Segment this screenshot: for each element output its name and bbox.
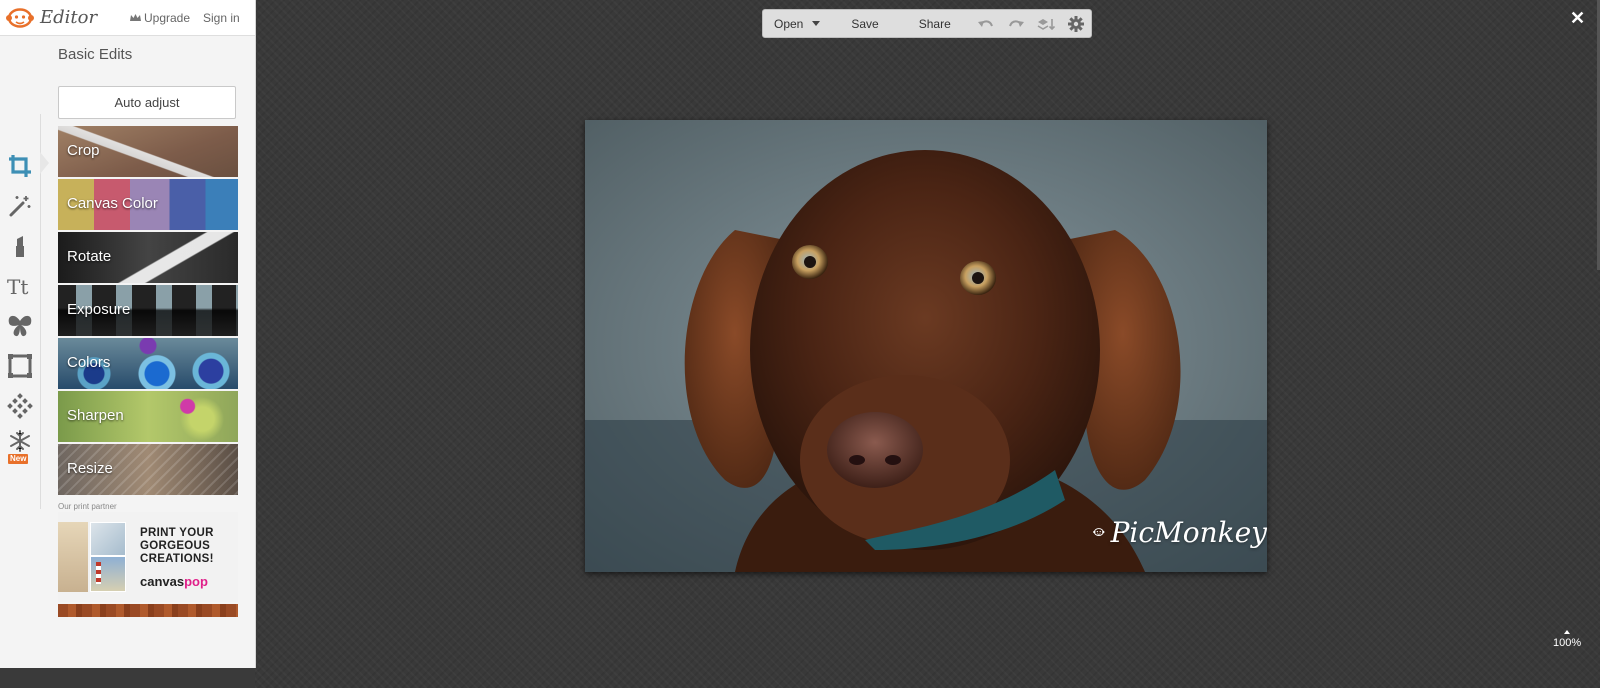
ad-thumbnails bbox=[58, 512, 126, 602]
edit-item-exposure[interactable]: Exposure bbox=[58, 285, 238, 336]
edit-item-label: Rotate bbox=[67, 248, 112, 265]
frame-icon bbox=[8, 354, 32, 378]
panel-title: Basic Edits bbox=[58, 46, 133, 63]
open-button[interactable]: Open bbox=[774, 16, 821, 31]
dog-photo-image bbox=[585, 120, 1267, 572]
tool-rail: Tt New bbox=[0, 146, 40, 466]
picmonkey-watermark: PicMonkey bbox=[1093, 516, 1267, 549]
zoom-level: 100% bbox=[1553, 637, 1582, 649]
edit-item-label: Colors bbox=[67, 354, 111, 371]
edit-item-label: Sharpen bbox=[67, 407, 124, 424]
edit-item-label: Canvas Color bbox=[67, 195, 158, 212]
print-partner-label: Our print partner bbox=[58, 502, 117, 511]
edit-item-label: Resize bbox=[67, 460, 113, 477]
tool-touch-up[interactable] bbox=[0, 226, 40, 266]
open-label: Open bbox=[774, 16, 804, 31]
tool-themes[interactable]: New bbox=[0, 426, 40, 466]
tool-effects[interactable] bbox=[0, 186, 40, 226]
svg-text:Tt: Tt bbox=[7, 275, 28, 299]
new-badge: New bbox=[8, 454, 29, 464]
redo-icon bbox=[1008, 19, 1024, 27]
ad-headline: PRINT YOUR GORGEOUS CREATIONS! bbox=[140, 527, 214, 565]
tool-text[interactable]: Tt bbox=[0, 266, 40, 306]
edit-item-sharpen[interactable]: Sharpen bbox=[58, 391, 238, 442]
edit-item-label: Exposure bbox=[67, 301, 131, 318]
magic-wand-icon bbox=[9, 196, 31, 217]
layers-button[interactable] bbox=[1035, 14, 1057, 34]
settings-button[interactable] bbox=[1065, 14, 1087, 34]
gear-icon bbox=[1067, 15, 1084, 32]
text-icon: Tt bbox=[7, 275, 28, 299]
undo-button[interactable] bbox=[975, 14, 997, 34]
edit-item-colors[interactable]: Colors bbox=[58, 338, 238, 389]
tool-overlays[interactable] bbox=[0, 306, 40, 346]
edit-item-resize[interactable]: Resize bbox=[58, 444, 238, 495]
tool-textures[interactable] bbox=[0, 386, 40, 426]
layers-icon bbox=[1037, 18, 1055, 30]
sidebar-header: Editor Upgrade Sign in bbox=[0, 0, 255, 36]
share-button[interactable]: Share bbox=[919, 17, 951, 31]
chevron-up-icon bbox=[1564, 630, 1571, 634]
ad-bottom-strip bbox=[58, 604, 238, 617]
watermark-text: PicMonkey bbox=[1110, 516, 1267, 549]
basic-edits-list: Crop Canvas Color Rotate Exposure Colors… bbox=[58, 126, 238, 497]
zoom-control[interactable]: 100% bbox=[1553, 630, 1581, 649]
upgrade-link[interactable]: Upgrade bbox=[130, 11, 190, 25]
active-tool-pointer bbox=[40, 152, 49, 174]
monkey-logo-icon bbox=[1093, 528, 1105, 537]
tool-basic-edits[interactable] bbox=[0, 146, 40, 186]
monkey-logo-icon[interactable] bbox=[6, 8, 34, 28]
edit-item-crop[interactable]: Crop bbox=[58, 126, 238, 177]
app-title: Editor bbox=[40, 7, 98, 28]
tool-frames[interactable] bbox=[0, 346, 40, 386]
close-button[interactable]: ✕ bbox=[1570, 9, 1585, 27]
redo-button[interactable] bbox=[1005, 14, 1027, 34]
ad-brand-logo: canvaspop bbox=[140, 574, 208, 589]
crop-icon bbox=[9, 155, 31, 177]
edit-item-rotate[interactable]: Rotate bbox=[58, 232, 238, 283]
butterfly-icon bbox=[8, 315, 32, 337]
edit-item-canvas-color[interactable]: Canvas Color bbox=[58, 179, 238, 230]
texture-icon bbox=[7, 393, 33, 419]
chevron-down-icon bbox=[812, 21, 821, 26]
sidebar: Editor Upgrade Sign in Basic Edits Auto … bbox=[0, 0, 256, 668]
undo-icon bbox=[977, 19, 993, 27]
lipstick-icon bbox=[16, 236, 24, 257]
top-toolbar: Open Save Share bbox=[762, 9, 1092, 38]
crown-icon bbox=[130, 14, 141, 21]
print-partner-ad[interactable]: PRINT YOUR GORGEOUS CREATIONS! canvaspop bbox=[58, 512, 238, 602]
auto-adjust-button[interactable]: Auto adjust bbox=[58, 86, 236, 119]
edit-item-label: Crop bbox=[67, 142, 100, 159]
edited-photo[interactable]: PicMonkey bbox=[585, 120, 1267, 572]
snowflake-icon bbox=[10, 430, 30, 452]
save-button[interactable]: Save bbox=[851, 17, 878, 31]
upgrade-label: Upgrade bbox=[144, 11, 191, 25]
sign-in-link[interactable]: Sign in bbox=[203, 11, 240, 25]
